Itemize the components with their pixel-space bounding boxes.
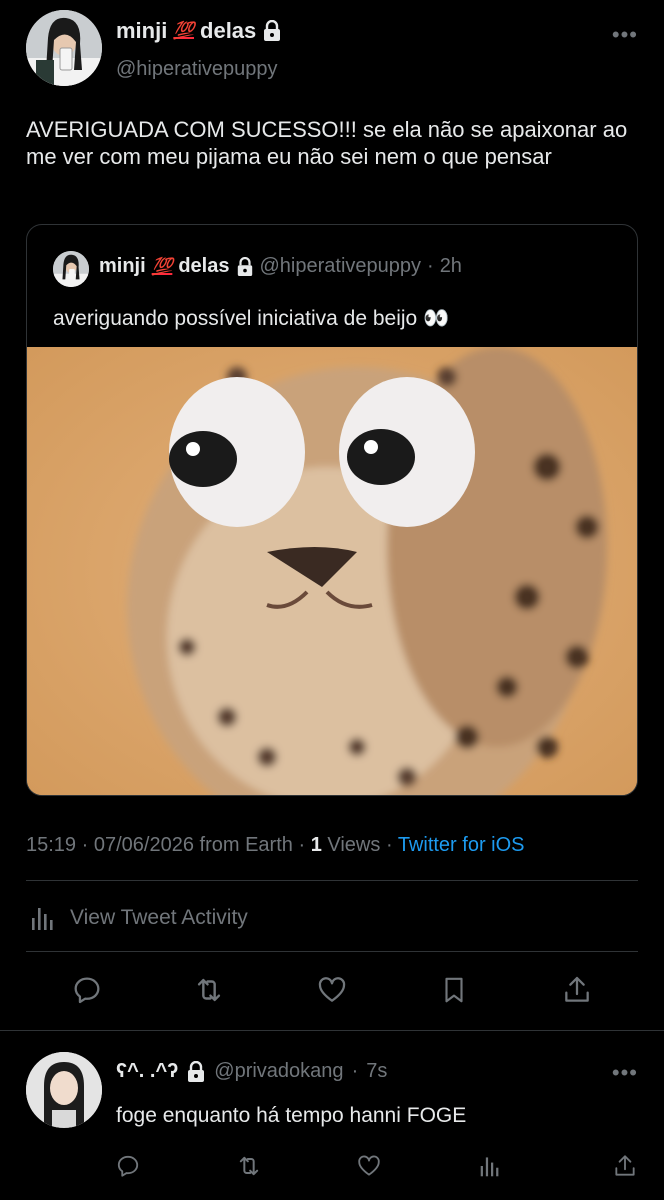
quote-author-name-suffix: delas xyxy=(178,255,230,277)
view-tweet-activity-label: View Tweet Activity xyxy=(70,906,248,929)
reply-author-name[interactable]: ʕ^. .^ʔ xyxy=(116,1060,178,1083)
quote-separator: · xyxy=(427,255,434,277)
author-avatar-image xyxy=(26,10,102,86)
reply-lock-icon xyxy=(188,1060,205,1082)
reply-separator: · xyxy=(351,1060,359,1082)
tweet-text: AVERIGUADA COM SUCESSO!!! se ela não se … xyxy=(26,117,628,169)
reply-icon[interactable] xyxy=(67,970,107,1010)
lock-icon xyxy=(264,20,281,41)
tweet-meta: 15:19 · 07/06/2026 from Earth · 1 Views … xyxy=(26,834,525,857)
reply-reply-icon[interactable] xyxy=(108,1146,148,1186)
tweet-location: from Earth xyxy=(199,834,293,856)
reply-text: foge enquanto há tempo hanni FOGE xyxy=(116,1104,467,1127)
reply-share-icon[interactable] xyxy=(605,1146,645,1186)
retweet-icon[interactable] xyxy=(189,970,229,1010)
reply-retweet-icon[interactable] xyxy=(229,1146,269,1186)
reply-analytics-icon[interactable] xyxy=(471,1146,511,1186)
tweet-date: 07/06/2026 xyxy=(93,834,194,856)
quote-avatar-image xyxy=(53,251,89,287)
quote-author-name: minji xyxy=(99,255,146,277)
meta-separator: · xyxy=(81,834,89,856)
view-tweet-activity-button[interactable]: View Tweet Activity xyxy=(30,904,248,932)
tweet-action-bar xyxy=(0,970,664,1016)
quote-header: minji 💯 delas @hiperativepuppy · 2h xyxy=(99,255,462,278)
quote-media-image[interactable] xyxy=(27,347,637,795)
reply-author-avatar[interactable] xyxy=(26,1052,102,1128)
reply-author-handle[interactable]: @privadokang xyxy=(214,1060,343,1083)
client-link[interactable]: Twitter for iOS xyxy=(398,834,525,856)
views-label: Views xyxy=(327,834,381,856)
reply-like-icon[interactable] xyxy=(349,1146,389,1186)
bookmark-icon[interactable] xyxy=(434,970,474,1010)
quote-author-avatar xyxy=(53,251,89,287)
reply-tweet[interactable]: ʕ^. .^ʔ @privadokang · 7s ••• foge enqua… xyxy=(0,1040,664,1200)
quote-time: 2h xyxy=(439,255,462,277)
quote-author-handle: @hiperativepuppy xyxy=(259,255,422,277)
tweet-time: 15:19 xyxy=(26,834,77,856)
author-name-row[interactable]: minji 💯 delas xyxy=(116,18,282,44)
quote-lock-icon xyxy=(237,256,252,276)
views-count: 1 xyxy=(310,834,322,856)
analytics-icon xyxy=(32,908,53,930)
divider xyxy=(26,880,638,881)
cheetah-image xyxy=(27,347,637,795)
share-icon[interactable] xyxy=(557,970,597,1010)
reply-action-bar xyxy=(0,1146,664,1186)
tweet-header: minji 💯 delas @hiperativepuppy ••• xyxy=(0,0,664,100)
author-name: minji xyxy=(116,18,168,43)
meta-separator: · xyxy=(385,834,393,856)
quote-text-body: averiguando possível iniciativa de beijo xyxy=(53,307,418,330)
eyes-emoji-icon: 👀 xyxy=(423,307,450,330)
more-options-icon[interactable]: ••• xyxy=(612,22,638,48)
like-icon[interactable] xyxy=(312,970,352,1010)
reply-header: ʕ^. .^ʔ @privadokang · 7s xyxy=(116,1060,387,1083)
divider xyxy=(0,1030,664,1031)
quote-hundred-emoji-icon: 💯 xyxy=(151,256,173,276)
reply-more-options-icon[interactable]: ••• xyxy=(612,1060,638,1086)
quote-text: averiguando possível iniciativa de beijo… xyxy=(53,307,449,331)
author-avatar[interactable] xyxy=(26,10,102,86)
author-name-suffix: delas xyxy=(200,18,257,43)
divider xyxy=(26,951,638,952)
hundred-emoji-icon: 💯 xyxy=(173,21,195,40)
reply-time: 7s xyxy=(366,1060,388,1082)
author-handle[interactable]: @hiperativepuppy xyxy=(116,58,278,81)
reply-avatar-image xyxy=(26,1052,102,1128)
meta-separator: · xyxy=(298,834,306,856)
quoted-tweet[interactable]: minji 💯 delas @hiperativepuppy · 2h aver… xyxy=(26,224,638,796)
